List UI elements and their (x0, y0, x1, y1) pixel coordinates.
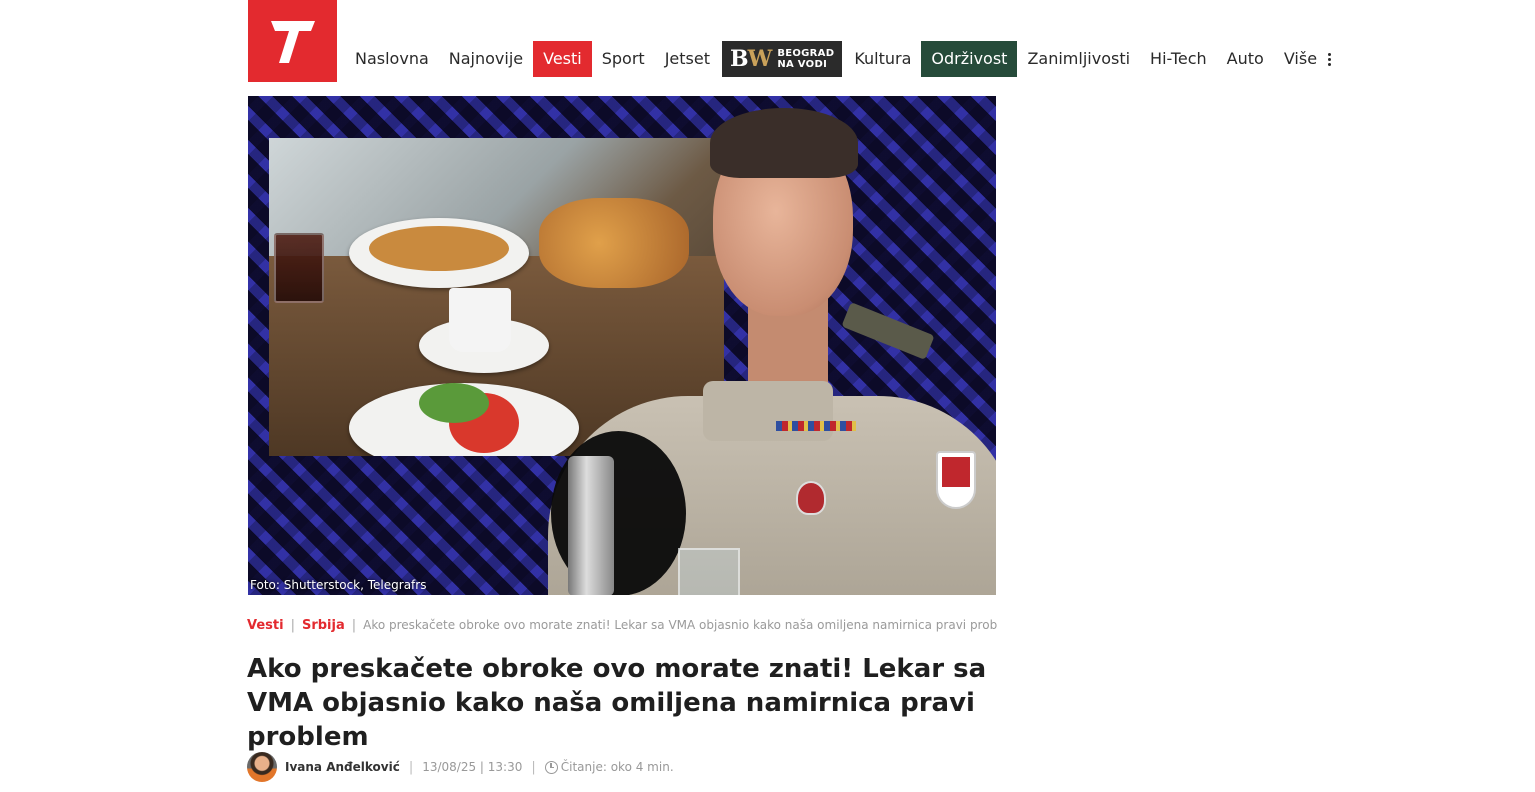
more-vertical-icon (1328, 51, 1332, 68)
nav-auto[interactable]: Auto (1217, 41, 1274, 77)
breadcrumb-separator: | (351, 617, 357, 633)
nav-hi-tech[interactable]: Hi-Tech (1140, 41, 1217, 77)
bw-logo-icon: BW (729, 46, 772, 72)
meta-separator: | (531, 759, 536, 775)
breadcrumb-vesti[interactable]: Vesti (247, 618, 284, 633)
nav-vise-label: Više (1283, 49, 1318, 68)
nav-naslovna[interactable]: Naslovna (345, 41, 439, 77)
article-meta: Ivana Anđelković | 13/08/25 | 13:30 | Či… (247, 752, 674, 782)
nav-kultura[interactable]: Kultura (844, 41, 921, 77)
article-title: Ako preskačete obroke ovo morate znati! … (247, 654, 987, 752)
breadcrumb: Vesti | Srbija | Ako preskačete obroke o… (247, 616, 997, 634)
bw-line2: NA VODI (777, 59, 828, 70)
clock-icon (544, 760, 558, 774)
photo-credit: Foto: Shutterstock, Telegrafrs (250, 578, 427, 592)
bw-line1: BEOGRAD (777, 48, 835, 59)
medical-badge-icon (796, 481, 826, 515)
author-avatar[interactable] (247, 752, 277, 782)
nav-zanimljivosti[interactable]: Zanimljivosti (1017, 41, 1140, 77)
nav-jetset[interactable]: Jetset (655, 41, 720, 77)
microphone (568, 456, 614, 595)
nav-beograd-na-vodi-banner[interactable]: BW BEOGRAD NA VODI (721, 41, 843, 77)
author-name[interactable]: Ivana Anđelković (285, 760, 400, 774)
nav-sport[interactable]: Sport (592, 41, 655, 77)
main-navigation: Naslovna Najnovije Vesti Sport Jetset BW… (345, 41, 1332, 77)
nav-najnovije[interactable]: Najnovije (439, 41, 533, 77)
meta-separator: | (408, 759, 414, 775)
site-logo[interactable] (248, 0, 337, 82)
breadcrumb-srbija[interactable]: Srbija (302, 618, 345, 633)
telegraf-logo-icon (270, 21, 315, 63)
nav-odrzivost[interactable]: Održivost (921, 41, 1018, 77)
publish-date: 13/08/25 | 13:30 (422, 760, 523, 774)
serbian-coat-of-arms-patch (936, 451, 976, 509)
breadcrumb-current: Ako preskačete obroke ovo morate znati! … (363, 618, 997, 632)
medal-ribbons (776, 421, 856, 431)
nav-vise[interactable]: Više (1274, 41, 1332, 77)
nav-vesti[interactable]: Vesti (533, 41, 592, 77)
breadcrumb-separator: | (290, 617, 295, 633)
reading-time: Čitanje: oko 4 min. (560, 760, 674, 774)
hero-image[interactable]: Foto: Shutterstock, Telegrafrs (248, 96, 996, 595)
